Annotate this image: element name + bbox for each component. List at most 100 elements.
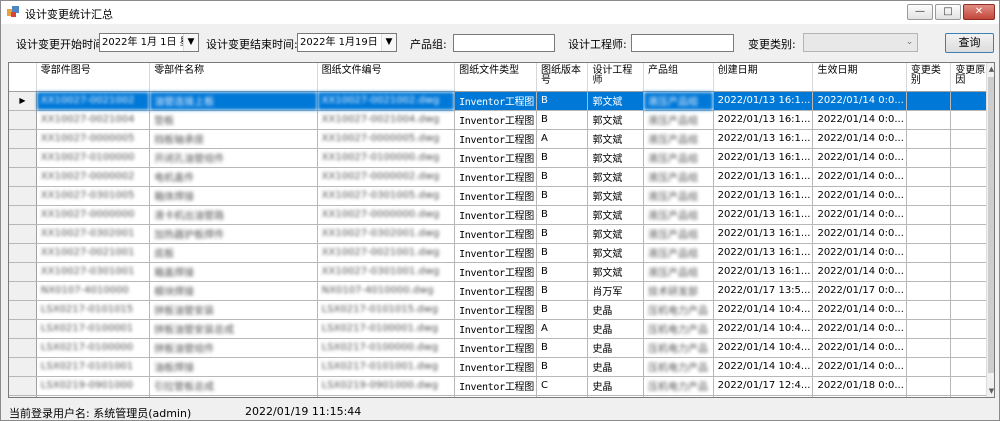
table-cell[interactable]: XX4008-0201020000.dwg	[317, 395, 456, 397]
scroll-thumb[interactable]	[988, 77, 994, 373]
table-cell[interactable]: A	[536, 319, 589, 339]
table-cell[interactable]: Inventor工程图	[454, 186, 537, 206]
table-cell[interactable]: Inventor工程图	[454, 319, 537, 339]
table-cell[interactable]: 2022/01/17 0:0...	[812, 395, 907, 397]
table-cell[interactable]: B	[536, 186, 589, 206]
column-header[interactable]: 零部件名称	[149, 63, 318, 92]
table-cell[interactable]: B	[536, 357, 589, 377]
column-header[interactable]: 图纸文件编号	[317, 63, 456, 92]
table-cell[interactable]: 液压产品组	[643, 167, 714, 187]
table-row[interactable]: XX10027-0021001 底板 XX10027-0021001.dwg Inve…	[9, 243, 994, 263]
table-cell[interactable]: XX10027-0301005.dwg	[317, 186, 456, 206]
table-cell[interactable]: 2022/01/13 16:1...	[713, 262, 814, 282]
row-selector[interactable]	[9, 110, 37, 130]
table-cell[interactable]: XX10027-0021001.dwg	[317, 243, 456, 263]
row-selector[interactable]	[9, 376, 37, 396]
table-cell[interactable]	[906, 205, 952, 225]
table-cell[interactable]: 拼板油管组件	[149, 338, 318, 358]
table-cell[interactable]: 2022/01/17 0:0...	[812, 281, 907, 301]
table-cell[interactable]: Inventor工程图	[454, 357, 537, 377]
table-cell[interactable]: 2022/01/14 0:0...	[812, 186, 907, 206]
table-cell[interactable]: 2022/01/14 0:0...	[812, 338, 907, 358]
table-row[interactable]: XX4008-0201020000平台保险XX4008-0201020000.d…	[9, 395, 994, 397]
table-cell[interactable]: Inventor工程图	[454, 262, 537, 282]
table-row[interactable]: LSX0217-0100000 拼板油管组件 LSX0217-0100000.dwg…	[9, 338, 994, 358]
table-cell[interactable]: LSX0219-0901000.dwg	[317, 376, 456, 396]
table-cell[interactable]: 电机盖件	[149, 167, 318, 187]
table-row[interactable]: XX10027-0000000 液卡机出油管路 XX10027-0000000.dw…	[9, 205, 994, 225]
scroll-up-icon[interactable]: ▲	[987, 63, 994, 75]
table-cell[interactable]: LSX0217-0100000.dwg	[317, 338, 456, 358]
table-cell[interactable]: 史晶	[587, 357, 644, 377]
row-selector[interactable]	[9, 357, 37, 377]
table-cell[interactable]: XX10027-0021002	[36, 91, 151, 111]
table-cell[interactable]: XX10027-0021004	[36, 110, 151, 130]
table-cell[interactable]: 史晶	[587, 300, 644, 320]
table-cell[interactable]: XX10027-0021001	[36, 243, 151, 263]
table-cell[interactable]: XX10027-0302001.dwg	[317, 224, 456, 244]
row-selector[interactable]	[9, 243, 37, 263]
table-row[interactable]: ▶ XX10027-0021002 油管连接上板 XX10027-0021002.dw…	[9, 91, 994, 111]
table-cell[interactable]: 2022/01/18 0:0...	[812, 376, 907, 396]
query-button[interactable]: 查询	[945, 33, 994, 53]
end-date-picker[interactable]: 2022年 1月19日 星期 ▼	[297, 33, 397, 52]
column-header[interactable]: 图纸版本号	[536, 63, 589, 92]
table-cell[interactable]: 箱盖焊接	[149, 262, 318, 282]
column-header[interactable]: 产品组	[643, 63, 714, 92]
table-cell[interactable]: 液压产品组	[643, 205, 714, 225]
column-header[interactable]: 图纸文件类型	[454, 63, 537, 92]
table-cell[interactable]	[906, 281, 952, 301]
chevron-down-icon[interactable]: ▼	[183, 34, 198, 51]
table-cell[interactable]: 2022/01/14 0:0...	[812, 300, 907, 320]
table-cell[interactable]: 郭文斌	[587, 148, 644, 168]
table-cell[interactable]: 引拉管板总成	[149, 376, 318, 396]
table-cell[interactable]: Inventor工程图	[454, 376, 537, 396]
column-header[interactable]: 创建日期	[713, 63, 814, 92]
table-cell[interactable]	[906, 300, 952, 320]
table-row[interactable]: XX10027-0301005 箱体焊接 XX10027-0301005.dwg In…	[9, 186, 994, 206]
table-cell[interactable]: 2022/01/13 16:1...	[713, 129, 814, 149]
table-row[interactable]: XX10027-0100000 开闭孔油管组件 XX10027-0100000.dw…	[9, 148, 994, 168]
table-cell[interactable]	[906, 167, 952, 187]
table-cell[interactable]: 郭文斌	[587, 262, 644, 282]
chevron-down-icon[interactable]: ⌄	[902, 34, 917, 51]
table-cell[interactable]: 挡板轴承座	[149, 129, 318, 149]
table-cell[interactable]: NX0107-4010000	[36, 281, 151, 301]
table-cell[interactable]: Inventor工程图	[454, 224, 537, 244]
change-type-select[interactable]: ⌄	[803, 33, 918, 52]
table-cell[interactable]: B	[536, 148, 589, 168]
table-cell[interactable]: B	[536, 224, 589, 244]
table-cell[interactable]: NX0107-4010000.dwg	[317, 281, 456, 301]
table-cell[interactable]: B	[536, 338, 589, 358]
table-cell[interactable]: XX10027-0000002.dwg	[317, 167, 456, 187]
table-cell[interactable]: B	[536, 395, 589, 397]
table-cell[interactable]: 郭文斌	[587, 91, 644, 111]
table-cell[interactable]: LSX0217-0101015	[36, 300, 151, 320]
table-cell[interactable]: 压机电力产品	[643, 376, 714, 396]
table-cell[interactable]: 2022/01/13 16:1...	[713, 243, 814, 263]
row-selector[interactable]	[9, 319, 37, 339]
table-cell[interactable]: 2022/01/17 12:4...	[713, 376, 814, 396]
table-cell[interactable]: 肖万军	[587, 281, 644, 301]
table-cell[interactable]: 2022/01/13 16:1...	[713, 110, 814, 130]
table-row[interactable]: XX10027-0000005 挡板轴承座 XX10027-0000005.dwg I…	[9, 129, 994, 149]
table-cell[interactable]: XX10027-0021002.dwg	[317, 91, 456, 111]
table-cell[interactable]: 2022/01/14 0:0...	[812, 110, 907, 130]
table-cell[interactable]: LSX0217-0101001	[36, 357, 151, 377]
table-cell[interactable]: 液压产品组	[643, 186, 714, 206]
table-cell[interactable]: 液压产品组	[643, 243, 714, 263]
table-cell[interactable]: 2022/01/14 10:4...	[713, 319, 814, 339]
table-cell[interactable]: LSX0217-0100001	[36, 319, 151, 339]
table-cell[interactable]: B	[536, 262, 589, 282]
table-cell[interactable]: LSX0217-0101015.dwg	[317, 300, 456, 320]
table-cell[interactable]: 2022/01/14 0:0...	[812, 205, 907, 225]
row-selector[interactable]	[9, 167, 37, 187]
table-cell[interactable]: 2022/01/14 0:0...	[812, 91, 907, 111]
table-cell[interactable]: Inventor工程图	[454, 281, 537, 301]
table-cell[interactable]: Inventor工程图	[454, 395, 537, 397]
table-cell[interactable]: 开闭孔油管组件	[149, 148, 318, 168]
row-selector[interactable]	[9, 148, 37, 168]
table-cell[interactable]: 液压产品组	[643, 129, 714, 149]
table-cell[interactable]: 郭文斌	[587, 186, 644, 206]
table-cell[interactable]: C	[536, 376, 589, 396]
